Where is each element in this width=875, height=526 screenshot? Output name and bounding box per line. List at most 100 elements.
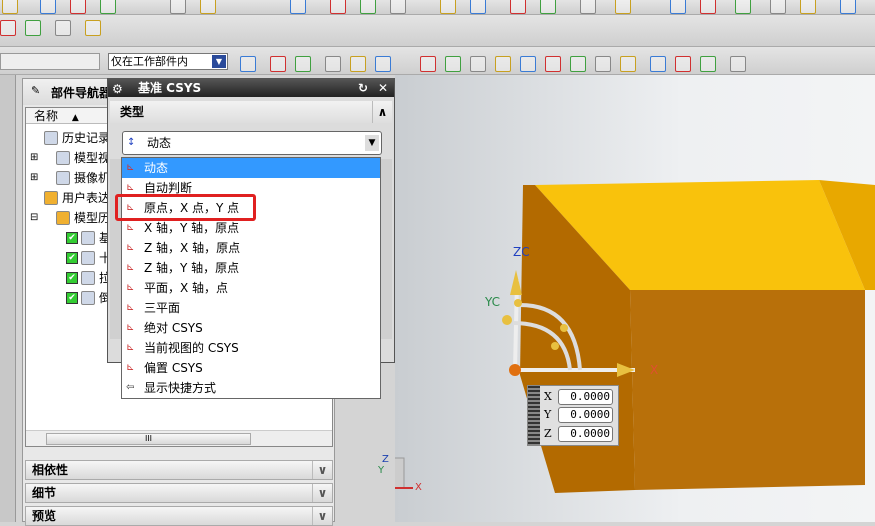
toolbar-tool-icon[interactable] <box>70 0 86 14</box>
graphics-viewport[interactable]: ZC YC X Z Y X <box>378 75 875 522</box>
toolbar-tool-icon[interactable] <box>770 0 786 14</box>
dropdown-option[interactable]: ⊾ 偏置 CSYS <box>122 358 380 378</box>
toolbar-tool-icon[interactable] <box>800 0 816 14</box>
toolbar-tool-icon[interactable] <box>670 0 686 14</box>
toolbar-tool-icon[interactable] <box>325 56 341 72</box>
toolbar-tool-icon[interactable] <box>290 0 306 14</box>
dropdown-option[interactable]: ⊾ 动态 <box>122 158 380 178</box>
toolbar-tool-icon[interactable] <box>2 0 18 14</box>
toolbar-tool-icon[interactable] <box>445 56 461 72</box>
x-label: X <box>544 390 552 403</box>
folder-icon <box>44 191 58 205</box>
toolbar-tool-icon[interactable] <box>730 56 746 72</box>
type-section-header[interactable]: 类型 ∧ <box>110 101 392 123</box>
chevron-down-icon[interactable]: ▼ <box>212 55 226 68</box>
chevron-up-icon[interactable]: ∧ <box>372 101 392 123</box>
close-icon[interactable]: ✕ <box>374 79 392 97</box>
toolbar-tool-icon[interactable] <box>570 56 586 72</box>
toolbar-tool-icon[interactable] <box>510 0 526 14</box>
drag-handle[interactable] <box>528 386 540 445</box>
toolbar-tool-icon[interactable] <box>270 56 286 72</box>
x-coord-input[interactable]: 0.0000 <box>558 389 613 405</box>
toolbar-tool-icon[interactable] <box>350 56 366 72</box>
triad-cube <box>395 457 405 489</box>
toolbar-tool-icon[interactable] <box>420 56 436 72</box>
option-label: Z 轴，Y 轴，原点 <box>144 261 240 275</box>
toolbar-tool-icon[interactable] <box>615 0 631 14</box>
type-dropdown[interactable]: ↕ 动态 ▼ <box>122 131 382 155</box>
toolbar-tool-icon[interactable] <box>240 56 256 72</box>
toolbar-tool-icon[interactable] <box>540 0 556 14</box>
pin-icon[interactable]: ✎ <box>31 84 40 97</box>
toolbar-tool-icon[interactable] <box>200 0 216 14</box>
reset-icon[interactable]: ↻ <box>354 79 372 97</box>
checkbox[interactable]: ✔ <box>66 252 78 264</box>
chevron-down-icon[interactable]: ▼ <box>365 135 379 151</box>
chevron-down-icon[interactable]: ∨ <box>312 484 332 502</box>
chevron-down-icon[interactable]: ∨ <box>312 461 332 479</box>
toolbar-tool-icon[interactable] <box>735 0 751 14</box>
toolbar-tool-icon[interactable] <box>595 56 611 72</box>
toolbar-tool-icon[interactable] <box>360 0 376 14</box>
dropdown-option[interactable]: ⊾ 三平面 <box>122 298 380 318</box>
dropdown-option[interactable]: ⊾ 当前视图的 CSYS <box>122 338 380 358</box>
toolbar-tool-icon[interactable] <box>840 0 856 14</box>
toolbar-tool-icon[interactable] <box>545 56 561 72</box>
collapse-icon[interactable]: ⊟ <box>30 208 38 228</box>
dropdown-option[interactable]: ⊾ 绝对 CSYS <box>122 318 380 338</box>
toolbar-tool-icon[interactable] <box>470 56 486 72</box>
option-label: 偏置 CSYS <box>144 361 203 375</box>
toolbar-tool-icon[interactable] <box>390 0 406 14</box>
dropdown-option[interactable]: ⊾ 平面，X 轴，点 <box>122 278 380 298</box>
toolbar-tool-icon[interactable] <box>0 20 16 36</box>
toolbar-tool-icon[interactable] <box>85 20 101 36</box>
toolbar-tool-icon[interactable] <box>170 0 186 14</box>
toolbar-tool-icon[interactable] <box>375 56 391 72</box>
horizontal-scrollbar[interactable]: III <box>26 430 332 446</box>
toolbar-tool-icon[interactable] <box>580 0 596 14</box>
toolbar-tool-icon[interactable] <box>40 0 56 14</box>
y-label: Y <box>544 408 552 421</box>
option-label: Z 轴，X 轴，原点 <box>144 241 241 255</box>
toolbar-tool-icon[interactable] <box>520 56 536 72</box>
expand-icon[interactable]: ⊞ <box>30 148 38 168</box>
section-details[interactable]: 细节 ∨ <box>25 483 333 503</box>
dropdown-option[interactable]: ⇦ 显示快捷方式 <box>122 378 380 398</box>
y-coord-input[interactable]: 0.0000 <box>558 407 613 423</box>
csys-type-icon: ⊾ <box>126 322 135 333</box>
toolbar-tool-icon[interactable] <box>470 0 486 14</box>
triad-x: X <box>415 482 422 493</box>
section-preview[interactable]: 预览 ∨ <box>25 506 333 526</box>
toolbar-tool-icon[interactable] <box>495 56 511 72</box>
filter-type-select[interactable] <box>0 53 100 70</box>
option-label: 自动判断 <box>144 181 193 195</box>
expand-icon[interactable]: ⊞ <box>30 168 38 188</box>
selection-scope-select[interactable]: 仅在工作部件内 ▼ <box>108 53 228 70</box>
toolbar-tool-icon[interactable] <box>330 0 346 14</box>
checkbox[interactable]: ✔ <box>66 272 78 284</box>
checkbox[interactable]: ✔ <box>66 232 78 244</box>
dynamic-csys-icon: ↕ <box>127 137 136 148</box>
toolbar-tool-icon[interactable] <box>25 20 41 36</box>
z-coord-input[interactable]: 0.0000 <box>558 426 613 442</box>
toolbar-tool-icon[interactable] <box>295 56 311 72</box>
toolbar-tool-icon[interactable] <box>650 56 666 72</box>
chevron-down-icon[interactable]: ∨ <box>312 507 332 525</box>
yc-label: YC <box>485 295 501 309</box>
toolbar-tool-icon[interactable] <box>675 56 691 72</box>
toolbar-tool-icon[interactable] <box>440 0 456 14</box>
option-label: 显示快捷方式 <box>144 381 217 395</box>
toolbar-tool-icon[interactable] <box>700 56 716 72</box>
dropdown-option[interactable]: ⊾ Z 轴，X 轴，原点 <box>122 238 380 258</box>
resource-bar <box>0 75 16 522</box>
toolbar-tool-icon[interactable] <box>55 20 71 36</box>
section-dependencies[interactable]: 相依性 ∨ <box>25 460 333 480</box>
toolbar-tool-icon[interactable] <box>620 56 636 72</box>
checkbox[interactable]: ✔ <box>66 292 78 304</box>
toolbar-tool-icon[interactable] <box>100 0 116 14</box>
toolbar-tool-icon[interactable] <box>700 0 716 14</box>
dropdown-option[interactable]: ⊾ X 轴，Y 轴，原点 <box>122 218 380 238</box>
scroll-thumb[interactable]: III <box>46 433 251 445</box>
dropdown-option[interactable]: ⊾ Z 轴，Y 轴，原点 <box>122 258 380 278</box>
settings-gear-icon[interactable]: ⚙ <box>112 80 123 98</box>
